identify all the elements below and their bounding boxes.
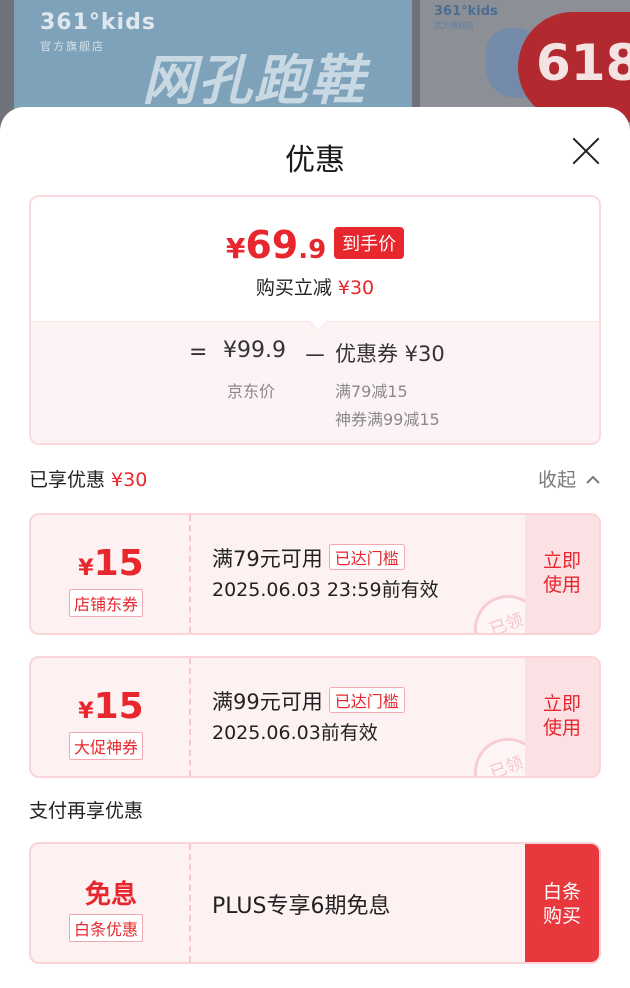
instant-discount: 购买立减 ¥30	[31, 273, 599, 300]
price-breakdown: = ¥99.9 － 优惠券 ¥30 京东价 满79减15 神券满99减15	[31, 311, 599, 443]
coupon-detail-2: 神券满99减15	[335, 410, 440, 429]
price-currency: ¥	[225, 232, 246, 265]
price-decimal: .9	[298, 235, 327, 265]
minus-sign: －	[303, 342, 327, 370]
coupon-condition-text: 满79元可用	[212, 547, 323, 571]
equals-sign: =	[189, 340, 208, 365]
coupon-condition-text: 满99元可用	[212, 690, 323, 714]
coupon-currency: ¥	[78, 699, 94, 724]
instant-discount-amount: ¥30	[337, 277, 375, 299]
coupon-validity: 2025.06.03前有效	[212, 722, 378, 744]
coupon-validity: 2025.06.03 23:59前有效	[212, 579, 439, 601]
price-summary-card: ¥69.9 到手价 购买立减 ¥30 = ¥99.9 － 优惠券 ¥30 京东价 满…	[29, 195, 601, 445]
enjoyed-discounts-label: 已享优惠 ¥30	[29, 465, 147, 492]
close-icon[interactable]	[572, 137, 600, 165]
coupon-currency: ¥	[78, 556, 94, 581]
coupon-value-area: ¥15 店铺东券	[31, 515, 191, 633]
brand-logo-subtitle: 官方旗舰店	[40, 40, 105, 53]
coupon-detail-1: 满79减15	[335, 382, 408, 401]
coupon-amount: ¥15	[31, 543, 191, 584]
baitiao-tag: 白条优惠	[69, 914, 144, 942]
interest-free-label: 免息	[84, 880, 137, 910]
discount-sheet: 优惠 ¥69.9 到手价 购买立减 ¥30 = ¥99.9 － 优惠券 ¥30 京东…	[0, 107, 630, 988]
use-now-line-1: 立即	[542, 693, 581, 715]
promo-618-badge: 618	[518, 12, 630, 122]
jd-price-value: ¥99.9	[223, 338, 286, 363]
baitiao-value-area: 免息 白条优惠	[31, 844, 191, 962]
use-now-button[interactable]: 立即 使用	[525, 515, 599, 633]
collapse-label: 收起	[537, 469, 576, 491]
summary-top: ¥69.9 到手价 购买立减 ¥30	[31, 197, 599, 321]
coupon-value-area: ¥15 大促神券	[31, 658, 191, 776]
coupon-card: ¥15 店铺东券 满79元可用 已达门槛 2025.06.03 23:59前有效 …	[29, 513, 601, 635]
coupon-total: 优惠券 ¥30	[335, 342, 445, 366]
threshold-met-badge: 已达门槛	[328, 544, 405, 570]
baitiao-buy-line-1: 白条	[542, 881, 581, 903]
coupon-value: 15	[93, 686, 144, 727]
final-price-badge: 到手价	[334, 227, 405, 259]
instant-discount-label: 购买立减	[255, 277, 332, 299]
baitiao-card: 免息 白条优惠 PLUS专享6期免息 白条 购买	[29, 842, 601, 964]
banner-slogan: 网孔跑鞋	[142, 49, 366, 112]
enjoyed-label-text: 已享优惠	[29, 469, 106, 491]
use-now-button[interactable]: 立即 使用	[525, 658, 599, 776]
jd-price-label: 京东价	[227, 382, 276, 401]
collapse-button[interactable]: 收起	[538, 465, 600, 492]
sheet-title: 优惠	[285, 143, 345, 178]
use-now-line-2: 使用	[542, 717, 581, 739]
coupon-value: 15	[93, 543, 144, 584]
pay-discount-label: 支付再享优惠	[29, 800, 144, 822]
use-now-line-2: 使用	[542, 574, 581, 596]
coupon-amount: ¥15	[31, 686, 191, 727]
coupon-condition: 满99元可用 已达门槛	[212, 686, 405, 716]
coupon-type-tag: 大促神券	[69, 732, 144, 760]
plus-installment-text: PLUS专享6期免息	[212, 894, 391, 919]
final-price: ¥69.9 到手价	[31, 223, 599, 267]
enjoyed-amount: ¥30	[111, 469, 148, 491]
chevron-up-icon	[586, 475, 600, 484]
use-now-line-1: 立即	[542, 550, 581, 572]
coupon-type-tag: 店铺东券	[69, 589, 144, 617]
threshold-met-badge: 已达门槛	[328, 687, 405, 713]
brand-logo-small: 361°kids	[434, 4, 498, 19]
brand-logo: 361°kids	[40, 10, 156, 35]
coupon-card: ¥15 大促神券 满99元可用 已达门槛 2025.06.03前有效 已领 立即使…	[29, 656, 601, 778]
baitiao-buy-button[interactable]: 白条 购买	[525, 844, 599, 962]
brand-logo-small-subtitle: 官方旗舰店	[434, 21, 474, 30]
baitiao-buy-line-2: 购买	[542, 905, 581, 927]
coupon-condition: 满79元可用 已达门槛	[212, 543, 405, 573]
price-integer: 69	[245, 223, 299, 267]
